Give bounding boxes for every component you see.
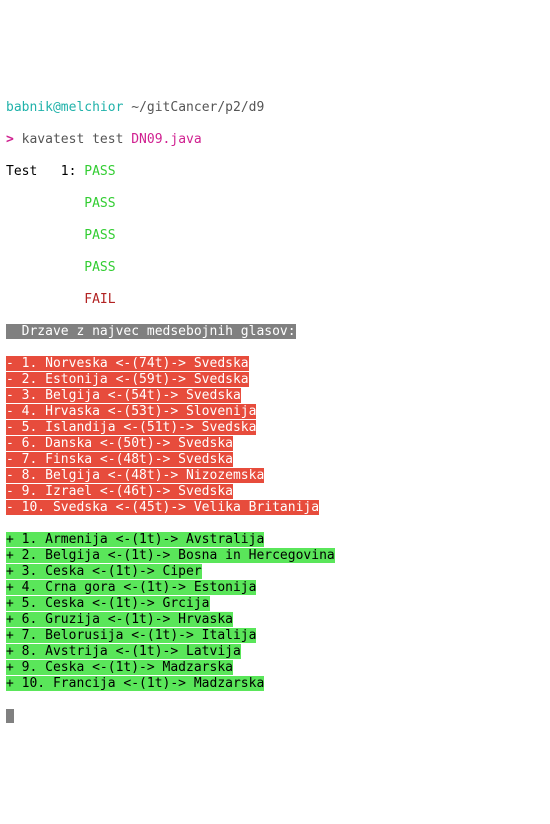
terminal[interactable]: babnik@melchior ~/gitCancer/p2/d9 > kava… xyxy=(0,80,550,744)
diff-minus-line: - 1. Norveska <-(74t)-> Svedska xyxy=(6,356,544,372)
diff-plus-line: + 5. Ceska <-(1t)-> Grcija xyxy=(6,596,544,612)
diff-plus-text: + 7. Belorusija <-(1t)-> Italija xyxy=(6,628,256,643)
diff-plus-line: + 9. Ceska <-(1t)-> Madzarska xyxy=(6,660,544,676)
command-line: > kavatest test DN09.java xyxy=(6,132,544,148)
diff-plus-line: + 7. Belorusija <-(1t)-> Italija xyxy=(6,628,544,644)
diff-plus-text: + 2. Belgija <-(1t)-> Bosna in Hercegovi… xyxy=(6,548,335,563)
test-result: PASS xyxy=(84,228,115,243)
test-result-line: Test 1: PASS xyxy=(6,164,544,180)
diff-minus-line: - 10. Svedska <-(45t)-> Velika Britanija xyxy=(6,500,544,516)
cursor-icon xyxy=(6,709,14,723)
diff-minus-line: - 4. Hrvaska <-(53t)-> Slovenija xyxy=(6,404,544,420)
diff-minus-line: - 8. Belgija <-(48t)-> Nizozemska xyxy=(6,468,544,484)
prompt-user: babnik xyxy=(6,100,53,115)
diff-plus-line: + 3. Ceska <-(1t)-> Ciper xyxy=(6,564,544,580)
diff-minus-text: - 7. Finska <-(48t)-> Svedska xyxy=(6,452,233,467)
diff-minus-line: - 5. Islandija <-(51t)-> Svedska xyxy=(6,420,544,436)
diff-minus-text: - 9. Izrael <-(46t)-> Svedska xyxy=(6,484,233,499)
diff-minus-text: - 5. Islandija <-(51t)-> Svedska xyxy=(6,420,256,435)
test-result: PASS xyxy=(84,164,115,179)
diff-plus-line: + 2. Belgija <-(1t)-> Bosna in Hercegovi… xyxy=(6,548,544,564)
diff-plus-line: + 10. Francija <-(1t)-> Madzarska xyxy=(6,676,544,692)
diff-plus-block: + 1. Armenija <-(1t)-> Avstralija+ 2. Be… xyxy=(6,532,544,692)
diff-plus-text: + 1. Armenija <-(1t)-> Avstralija xyxy=(6,532,264,547)
test-result: PASS xyxy=(84,196,115,211)
test-result-line: FAIL xyxy=(6,292,544,308)
diff-header: Drzave z najvec medsebojnih glasov: xyxy=(6,324,296,339)
test-indent xyxy=(6,292,84,307)
diff-plus-line: + 8. Avstrija <-(1t)-> Latvija xyxy=(6,644,544,660)
diff-minus-text: - 1. Norveska <-(74t)-> Svedska xyxy=(6,356,249,371)
diff-plus-text: + 5. Ceska <-(1t)-> Grcija xyxy=(6,596,210,611)
diff-header-line: Drzave z najvec medsebojnih glasov: xyxy=(6,324,544,340)
diff-plus-text: + 8. Avstrija <-(1t)-> Latvija xyxy=(6,644,241,659)
test-result-line: PASS xyxy=(6,196,544,212)
diff-minus-text: - 10. Svedska <-(45t)-> Velika Britanija xyxy=(6,500,319,515)
prompt-cwd: ~/gitCancer/p2/d9 xyxy=(123,100,264,115)
test-label: Test 1: xyxy=(6,164,84,179)
test-indent xyxy=(6,228,84,243)
diff-plus-text: + 3. Ceska <-(1t)-> Ciper xyxy=(6,564,202,579)
prompt-symbol: > xyxy=(6,132,14,147)
diff-plus-line: + 4. Crna gora <-(1t)-> Estonija xyxy=(6,580,544,596)
diff-minus-text: - 8. Belgija <-(48t)-> Nizozemska xyxy=(6,468,264,483)
diff-minus-text: - 3. Belgija <-(54t)-> Svedska xyxy=(6,388,241,403)
diff-minus-text: - 2. Estonija <-(59t)-> Svedska xyxy=(6,372,249,387)
diff-minus-line: - 3. Belgija <-(54t)-> Svedska xyxy=(6,388,544,404)
diff-minus-line: - 9. Izrael <-(46t)-> Svedska xyxy=(6,484,544,500)
diff-minus-text: - 4. Hrvaska <-(53t)-> Slovenija xyxy=(6,404,256,419)
prompt-host: melchior xyxy=(61,100,124,115)
test-result: PASS xyxy=(84,260,115,275)
diff-plus-text: + 10. Francija <-(1t)-> Madzarska xyxy=(6,676,264,691)
command-text: kavatest test xyxy=(22,132,132,147)
diff-minus-block: - 1. Norveska <-(74t)-> Svedska- 2. Esto… xyxy=(6,356,544,516)
test-result-fail: FAIL xyxy=(84,292,115,307)
command-arg: DN09.java xyxy=(131,132,201,147)
diff-plus-text: + 4. Crna gora <-(1t)-> Estonija xyxy=(6,580,256,595)
test-result-line: PASS xyxy=(6,260,544,276)
test-result-line: PASS xyxy=(6,228,544,244)
diff-plus-text: + 9. Ceska <-(1t)-> Madzarska xyxy=(6,660,233,675)
diff-minus-line: - 7. Finska <-(48t)-> Svedska xyxy=(6,452,544,468)
diff-plus-line: + 6. Gruzija <-(1t)-> Hrvaska xyxy=(6,612,544,628)
diff-minus-line: - 2. Estonija <-(59t)-> Svedska xyxy=(6,372,544,388)
test-indent xyxy=(6,260,84,275)
diff-plus-text: + 6. Gruzija <-(1t)-> Hrvaska xyxy=(6,612,233,627)
diff-minus-text: - 6. Danska <-(50t)-> Svedska xyxy=(6,436,233,451)
prompt-at: @ xyxy=(53,100,61,115)
cursor-line[interactable] xyxy=(6,708,544,724)
diff-minus-line: - 6. Danska <-(50t)-> Svedska xyxy=(6,436,544,452)
prompt-line: babnik@melchior ~/gitCancer/p2/d9 xyxy=(6,100,544,116)
test-indent xyxy=(6,196,84,211)
diff-plus-line: + 1. Armenija <-(1t)-> Avstralija xyxy=(6,532,544,548)
